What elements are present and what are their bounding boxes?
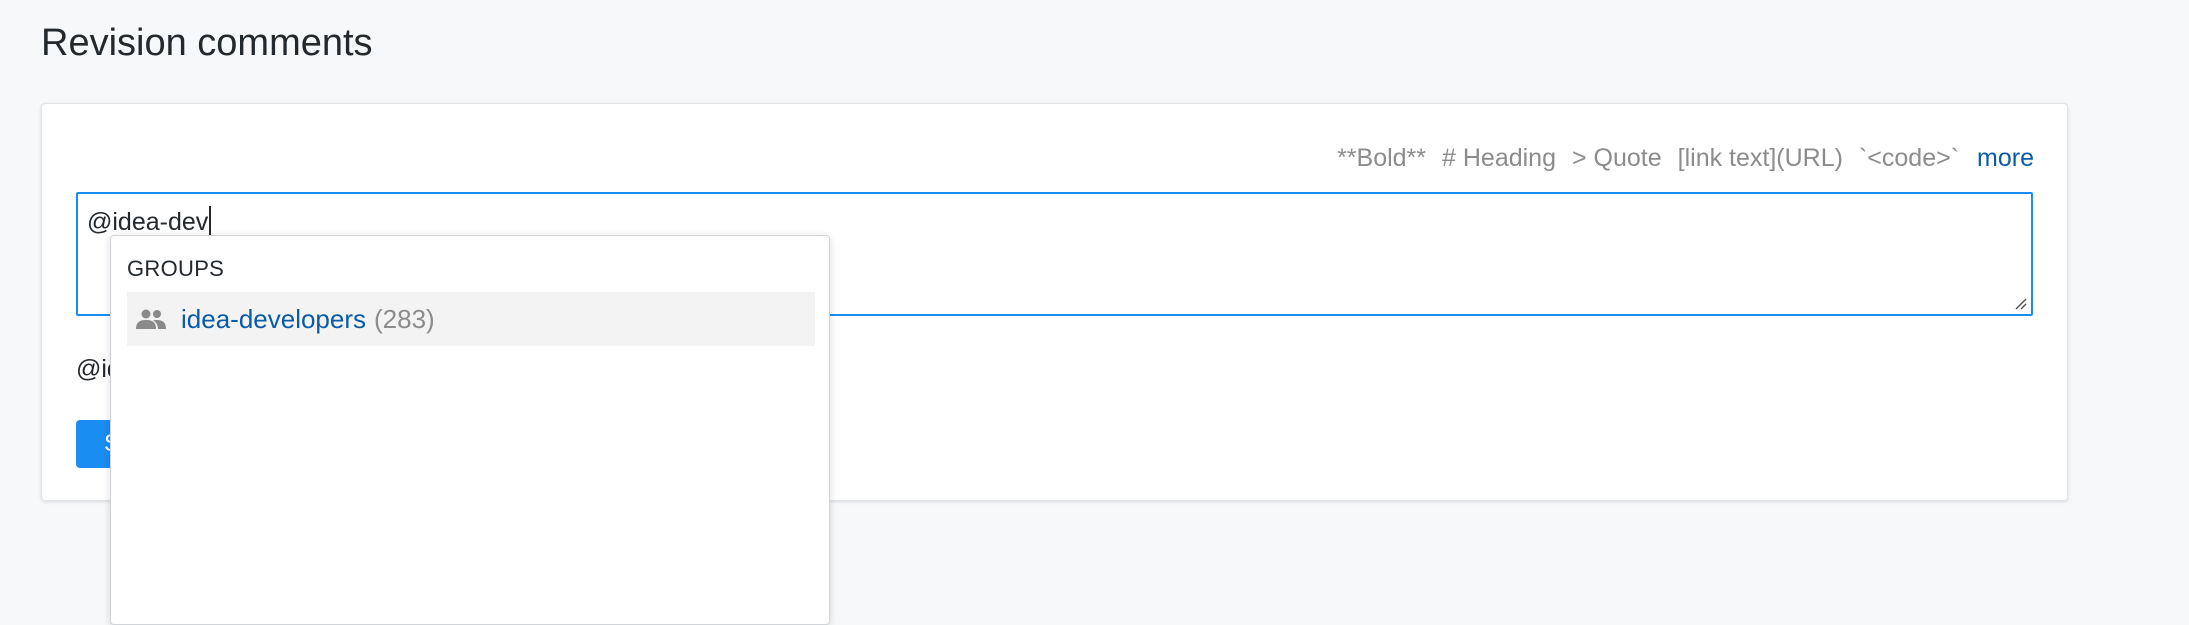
hint-quote: > Quote <box>1572 144 1662 172</box>
mention-option-idea-developers[interactable]: idea-developers (283) <box>127 292 815 346</box>
mention-dropdown: GROUPS idea-developers (283) <box>110 235 830 625</box>
groups-section-header: GROUPS <box>127 256 225 281</box>
resize-handle-icon[interactable] <box>2013 296 2027 310</box>
group-member-count: (283) <box>374 303 435 334</box>
comment-value: @idea-dev <box>87 208 209 236</box>
text-caret <box>209 206 212 235</box>
page-title: Revision comments <box>41 22 373 64</box>
markdown-hints: **Bold** # Heading > Quote [link text](U… <box>1337 140 2034 176</box>
group-name: idea-developers <box>181 303 367 334</box>
group-icon <box>136 309 166 329</box>
hint-code: `<code>` <box>1858 144 1960 172</box>
hint-heading: # Heading <box>1442 144 1556 172</box>
hint-link: [link text](URL) <box>1677 144 1843 172</box>
hint-bold: **Bold** <box>1337 144 1427 172</box>
more-link[interactable]: more <box>1977 140 2034 176</box>
